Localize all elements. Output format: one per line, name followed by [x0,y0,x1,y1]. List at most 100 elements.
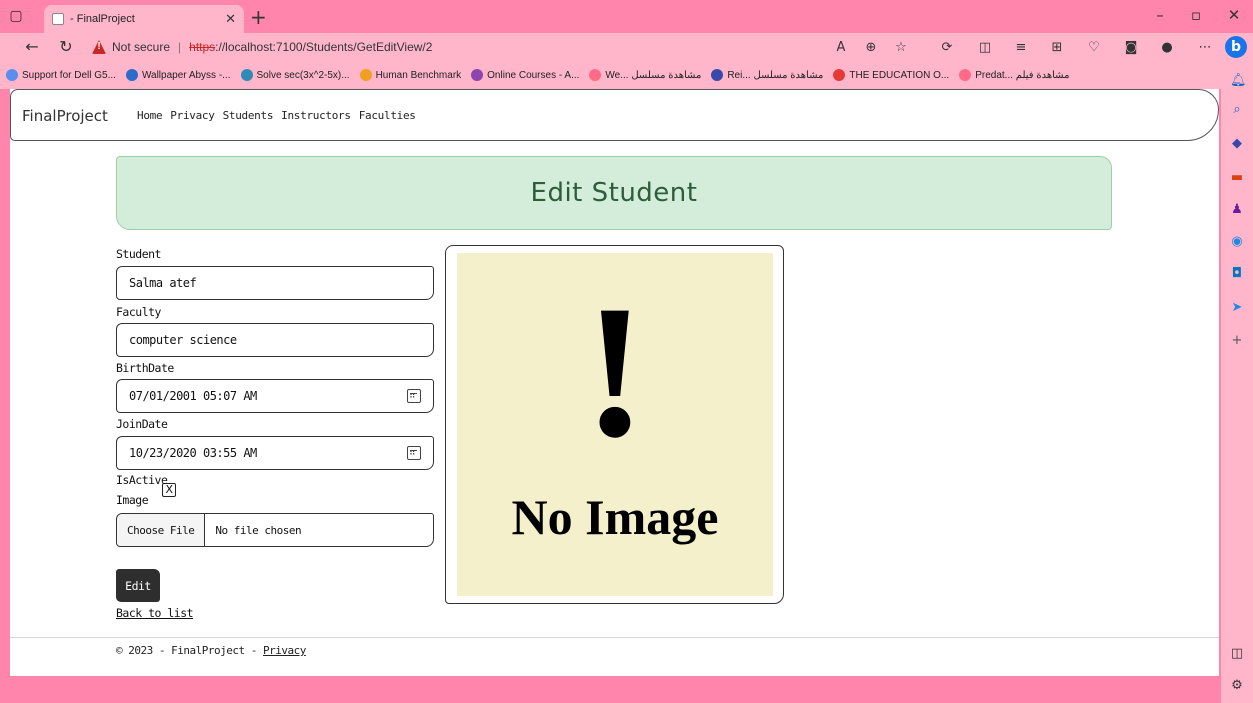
close-window-icon[interactable]: ✕ [1224,6,1244,24]
browser-essentials-icon[interactable]: ♡ [1085,40,1103,55]
tools-icon[interactable]: ▬ [1230,171,1244,185]
games-icon[interactable]: ♟ [1230,203,1244,217]
favorite-favicon-icon [959,69,972,81]
choose-file-button[interactable]: Choose File [117,514,206,546]
favorites-bar: Support for Dell G5... Wallpaper Abyss -.… [0,61,1253,89]
image-label: Image [116,493,149,507]
close-tab-icon[interactable]: ✕ [225,12,236,27]
address-separator: | [178,40,182,54]
favorite-item[interactable]: Online Courses - A... [471,69,579,81]
extension-e-icon[interactable]: ◙ [1122,40,1140,55]
tab-favicon-icon [52,13,64,25]
isactive-checkbox[interactable]: X [162,483,176,497]
favorite-label: Solve sec(3x^2-5x)... [256,69,350,81]
warning-icon: ! [92,40,106,54]
refresh-icon[interactable]: ↻ [56,37,76,56]
favorite-label: We... مشاهدة مسلسل [605,69,702,81]
favorite-label: Rei... مشاهدة مسلسل [727,69,824,81]
settings-gear-icon[interactable]: ⚙ [1230,679,1244,693]
favorite-item[interactable]: Support for Dell G5... [6,69,116,81]
nav-link-students[interactable]: Students [223,109,274,122]
sidebar-search-icon[interactable]: ⌕ [1230,103,1244,117]
split-screen-icon[interactable]: ◫ [976,40,994,55]
extensions-icon[interactable]: ⟳ [938,40,956,55]
favorite-star-icon[interactable]: ☆ [892,40,910,55]
page-title: Edit Student [116,156,1112,230]
footer-divider [10,637,1219,638]
zoom-icon[interactable]: ⊕ [862,40,880,55]
favorite-favicon-icon [6,69,18,81]
tab-actions-icon[interactable]: ▢ [8,8,24,24]
add-sidebar-icon[interactable]: + [1230,334,1244,348]
address-bar[interactable]: ! Not secure | https ://localhost:7100/S… [92,36,652,58]
nav-link-faculties[interactable]: Faculties [359,109,416,122]
favorite-item[interactable]: Human Benchmark [359,69,462,81]
favorite-item[interactable]: THE EDUCATION O... [833,69,949,81]
favorite-favicon-icon [589,69,602,81]
faculty-field[interactable]: computer science [116,323,434,357]
favorite-item[interactable]: Wallpaper Abyss -... [125,69,231,81]
favorite-label: THE EDUCATION O... [849,69,950,81]
favorites-icon[interactable]: ≡ [1012,40,1030,55]
nav-link-privacy[interactable]: Privacy [170,109,215,122]
address-url: ://localhost:7100/Students/GetEditView/2 [215,40,433,54]
footer: © 2023 - FinalProject - Privacy [116,644,306,657]
favorite-label: Support for Dell G5... [22,69,116,81]
file-status: No file chosen [215,523,302,537]
favorite-item[interactable]: Solve sec(3x^2-5x)... [240,69,350,81]
office-icon[interactable]: ◉ [1230,235,1244,249]
tab-title: - FinalProject [70,13,135,25]
favorite-item[interactable]: Rei... مشاهدة مسلسل [711,69,823,81]
student-image-frame: ! No Image [445,245,784,604]
favorite-favicon-icon [711,69,724,81]
site-brand[interactable]: FinalProject [22,107,108,125]
send-icon[interactable]: ➤ [1230,301,1244,315]
favorite-label: Wallpaper Abyss -... [141,69,231,81]
faculty-value: computer science [129,333,237,347]
calendar-icon[interactable] [407,389,421,403]
profile-icon[interactable]: ● [1158,40,1176,55]
browser-tab[interactable]: - FinalProject ✕ [44,5,244,33]
browser-title-bar: ▢ - FinalProject ✕ + – ▫ ✕ [0,0,1253,33]
collections-icon[interactable]: ⊞ [1048,40,1066,55]
calendar-icon[interactable] [407,446,421,460]
joindate-value: 10/23/2020 03:55 AM [129,446,257,460]
favorite-favicon-icon [240,69,253,81]
favorite-favicon-icon [471,69,484,81]
nav-link-home[interactable]: Home [137,109,163,122]
footer-privacy-link[interactable]: Privacy [263,644,306,657]
site-navbar: FinalProject Home Privacy Students Instruct… [10,89,1219,141]
favorite-item[interactable]: We... مشاهدة مسلسل [589,69,701,81]
read-aloud-icon[interactable]: A [832,40,850,55]
no-image-placeholder: ! No Image [457,253,773,596]
shopping-tag-icon[interactable]: ◆ [1230,137,1244,151]
address-protocol: https [189,40,216,54]
more-options-icon[interactable]: ⋯ [1196,40,1214,55]
security-label: Not secure [112,40,171,54]
bing-chat-icon[interactable]: b [1225,36,1247,58]
back-to-list-link[interactable]: Back to list [116,606,194,620]
birthdate-label: BirthDate [116,361,174,375]
joindate-field[interactable]: 10/23/2020 03:55 AM [116,436,434,470]
back-icon[interactable]: ← [22,37,42,56]
no-image-text: No Image [511,489,719,545]
favorite-label: Human Benchmark [375,69,462,81]
faculty-label: Faculty [116,305,161,319]
student-value: Salma atef [129,276,197,290]
image-file-input[interactable]: Choose File No file chosen [116,513,434,547]
student-field[interactable]: Salma atef [116,266,434,300]
birthdate-value: 07/01/2001 05:07 AM [129,389,257,403]
nav-link-instructors[interactable]: Instructors [281,109,351,122]
site-nav-links: Home Privacy Students Instructors Faculties [137,109,416,122]
sidebar-toggle-icon[interactable]: ◫ [1230,647,1244,661]
favorite-item[interactable]: Predat... مشاهدة فيلم [959,69,1069,81]
restore-icon[interactable]: ▫ [1186,6,1206,24]
isactive-label: IsActive [116,473,168,487]
new-tab-icon[interactable]: + [250,5,267,29]
minimize-icon[interactable]: – [1150,6,1170,24]
joindate-label: JoinDate [116,417,168,431]
edit-button[interactable]: Edit [116,569,160,602]
birthdate-field[interactable]: 07/01/2001 05:07 AM [116,379,434,413]
outlook-icon[interactable]: ◘ [1230,267,1244,281]
bell-icon[interactable]: 🔔︎ [1230,74,1247,88]
